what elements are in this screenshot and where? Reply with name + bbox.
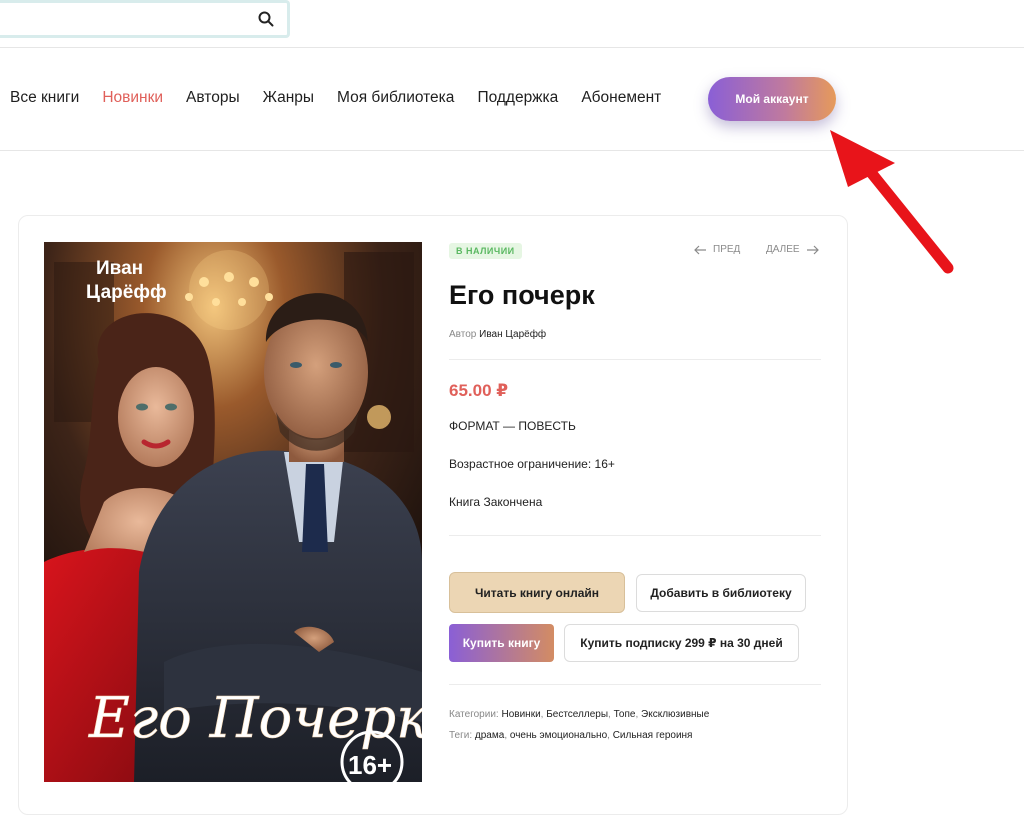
category-link[interactable]: Топе xyxy=(614,709,636,720)
age-limit: Возрастное ограничение: 16+ xyxy=(449,457,615,471)
author-prefix: Автор xyxy=(449,329,477,340)
search-bar xyxy=(0,0,290,38)
buy-subscription-button[interactable]: Купить подписку 299 ₽ на 30 дней xyxy=(564,624,799,662)
divider xyxy=(449,535,821,536)
prev-link[interactable]: ПРЕД xyxy=(693,244,740,255)
category-link[interactable]: Новинки xyxy=(501,709,540,720)
next-label: ДАЛЕЕ xyxy=(766,244,800,255)
tags-line: Теги: драма, очень эмоционально, Сильная… xyxy=(449,730,693,741)
categories-label: Категории: xyxy=(449,709,499,720)
nav-item-new[interactable]: Новинки xyxy=(102,89,163,107)
nav-item-subscription[interactable]: Абонемент xyxy=(581,89,661,107)
search-input[interactable] xyxy=(0,3,240,35)
book-cover: Иван Царёфф Его Почерк 16+ xyxy=(44,242,422,782)
tag-link[interactable]: драма xyxy=(475,730,504,741)
cover-author-line2: Царёфф xyxy=(86,282,167,303)
nav-item-all-books[interactable]: Все книги xyxy=(10,89,79,107)
divider xyxy=(449,359,821,360)
read-online-button[interactable]: Читать книгу онлайн xyxy=(449,572,625,613)
nav-item-genres[interactable]: Жанры xyxy=(263,89,314,107)
cover-author-line1: Иван xyxy=(96,258,143,279)
category-link[interactable]: Бестселлеры xyxy=(546,709,608,720)
book-price: 65.00 ₽ xyxy=(449,381,509,400)
tag-link[interactable]: Сильная героиня xyxy=(613,730,693,741)
author-line: Автор Иван Царёфф xyxy=(449,329,546,340)
buy-book-button[interactable]: Купить книгу xyxy=(449,624,554,662)
arrow-right-icon xyxy=(806,245,819,254)
divider xyxy=(449,684,821,685)
nav-item-authors[interactable]: Авторы xyxy=(186,89,240,107)
cover-title: Его Почерк xyxy=(88,686,422,751)
author-link[interactable]: Иван Царёфф xyxy=(479,329,546,340)
search-icon[interactable] xyxy=(257,10,275,28)
header-divider xyxy=(0,47,1024,48)
book-format: ФОРМАТ — ПОВЕСТЬ xyxy=(449,419,576,433)
status-badge: В НАЛИЧИИ xyxy=(449,243,522,259)
book-cover-image: Иван Царёфф Его Почерк 16+ xyxy=(44,242,422,782)
tags-label: Теги: xyxy=(449,730,473,741)
tag-link[interactable]: очень эмоционально xyxy=(510,730,607,741)
main-nav: Все книги Новинки Авторы Жанры Моя библи… xyxy=(10,89,684,107)
arrow-left-icon xyxy=(694,245,706,254)
categories-line: Категории: Новинки, Бестселлеры, Топе, Э… xyxy=(449,709,710,720)
book-title: Его почерк xyxy=(449,280,595,310)
next-link[interactable]: ДАЛЕЕ xyxy=(766,244,820,255)
add-to-library-button[interactable]: Добавить в библиотеку xyxy=(636,574,806,612)
book-status: Книга Закончена xyxy=(449,495,543,509)
nav-item-my-library[interactable]: Моя библиотека xyxy=(337,89,454,107)
nav-item-support[interactable]: Поддержка xyxy=(477,89,558,107)
prev-label: ПРЕД xyxy=(713,244,741,255)
my-account-button[interactable]: Мой аккаунт xyxy=(708,77,836,121)
category-link[interactable]: Эксклюзивные xyxy=(641,709,709,720)
